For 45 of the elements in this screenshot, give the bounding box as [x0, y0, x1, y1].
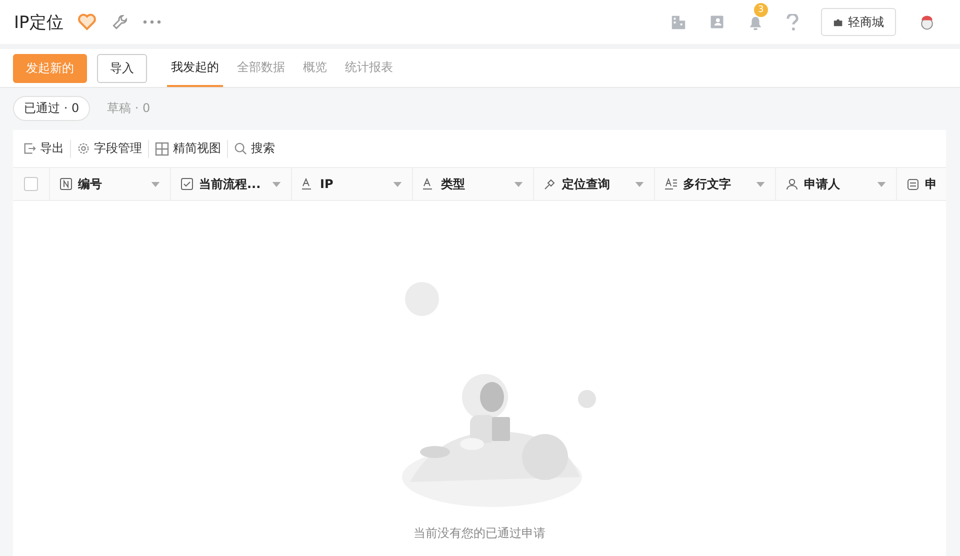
toolbar-button[interactable]: 搜索: [228, 140, 281, 157]
caret-icon[interactable]: [272, 182, 281, 186]
column-header[interactable]: 申请人: [776, 168, 897, 200]
caret-icon[interactable]: [877, 182, 886, 186]
gear-icon: [77, 142, 90, 155]
heart-icon[interactable]: [77, 12, 98, 32]
caret-icon[interactable]: [514, 182, 523, 186]
text-field-icon: [302, 178, 314, 190]
column-header[interactable]: 当前流程...: [171, 168, 292, 200]
more-icon[interactable]: [143, 20, 162, 24]
person-icon: [786, 178, 798, 190]
empty-message: 当前没有您的已通过申请: [414, 525, 546, 542]
avatar-icon[interactable]: [918, 13, 936, 31]
notification-badge: 3: [754, 2, 768, 16]
column-header[interactable]: IP: [292, 168, 413, 200]
column-header[interactable]: 申: [897, 168, 946, 200]
tab[interactable]: 我发起的: [167, 49, 223, 87]
filter-chip[interactable]: 已通过 · 0: [13, 96, 90, 121]
checkbox-field-icon: [181, 178, 193, 190]
contacts-icon[interactable]: [709, 14, 725, 30]
caret-icon[interactable]: [151, 182, 160, 186]
column-header[interactable]: 定位查询: [534, 168, 655, 200]
store-button[interactable]: 轻商城: [821, 8, 896, 36]
text-field-icon: [423, 178, 435, 190]
grid-icon: [155, 142, 169, 156]
page-title: IP定位: [14, 12, 64, 34]
building-icon[interactable]: [670, 14, 687, 30]
toolbar-button[interactable]: 精简视图: [149, 140, 227, 157]
calendar-icon: [907, 178, 919, 190]
column-header[interactable]: 类型: [413, 168, 534, 200]
search-icon: [234, 142, 247, 155]
action-button[interactable]: 导入: [97, 54, 147, 82]
multiline-text-icon: [665, 178, 677, 190]
wrench-icon[interactable]: [111, 13, 130, 31]
number-field-icon: [60, 178, 72, 190]
select-all-checkbox[interactable]: [24, 177, 38, 191]
export-icon: [23, 142, 36, 155]
column-header[interactable]: 编号: [50, 168, 171, 200]
toolbar-button[interactable]: 字段管理: [71, 140, 148, 157]
help-icon[interactable]: [786, 14, 799, 30]
caret-icon[interactable]: [393, 182, 402, 186]
caret-icon[interactable]: [756, 182, 765, 186]
caret-icon[interactable]: [635, 182, 644, 186]
toolbar-button[interactable]: 导出: [17, 140, 70, 157]
column-header[interactable]: 多行文字: [655, 168, 776, 200]
